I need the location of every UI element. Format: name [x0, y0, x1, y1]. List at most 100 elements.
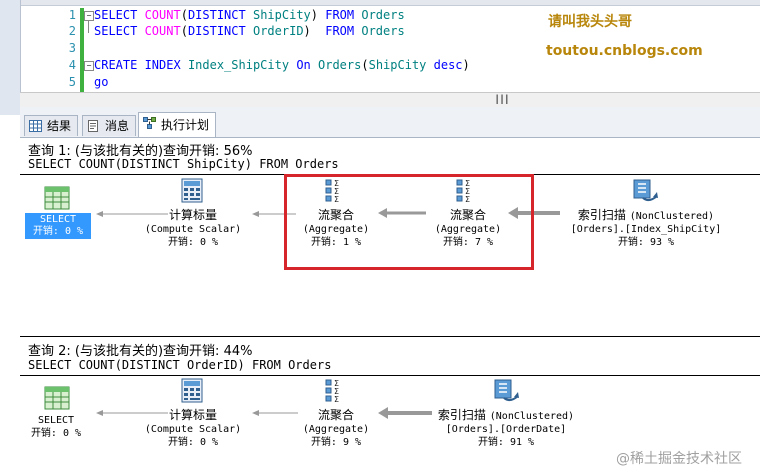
- tab-results[interactable]: 结果: [24, 115, 79, 136]
- code-token: (: [361, 58, 369, 72]
- node-name: 计算标量: [168, 408, 217, 422]
- code-token: (: [180, 24, 188, 38]
- code-token: DISTINCT: [187, 24, 253, 38]
- node-subtitle: [Orders].[Index_ShipCity]: [570, 224, 722, 235]
- node-subtitle: (Compute Scalar): [144, 224, 242, 235]
- highlight-box: [284, 174, 534, 270]
- code-token: ): [303, 24, 326, 38]
- code-token: FROM: [325, 24, 362, 38]
- node-cost: 开销: 0 %: [32, 226, 84, 237]
- node-cost: 开销: 9 %: [310, 437, 362, 448]
- node-name-text: 索引扫描: [577, 208, 626, 222]
- fold-guide: [88, 21, 89, 33]
- tab-execution-plan[interactable]: 执行计划: [138, 112, 217, 137]
- node-name: SELECT: [37, 415, 75, 426]
- node-name: 计算标量: [168, 208, 217, 222]
- code-token: COUNT: [144, 8, 181, 22]
- line-number: 3: [68, 41, 76, 55]
- node-cost: 开销: 91 %: [477, 437, 535, 448]
- code-token: OrderID: [252, 24, 304, 38]
- compute-scalar-node[interactable]: 计算标量 (Compute Scalar) 开销: 0 %: [128, 406, 258, 449]
- execution-plan-icon: [143, 117, 156, 129]
- collapse-icon[interactable]: −: [84, 11, 94, 21]
- query-2-header: 查询 2: (与该批有关的)查询开销: 44%: [28, 344, 253, 359]
- code-token: ): [310, 8, 326, 22]
- code-token: ): [462, 58, 470, 72]
- code-token: (: [180, 8, 188, 22]
- results-tab-bar: 结果 消息 执行计划: [20, 107, 760, 138]
- node-cost: 开销: 0 %: [30, 428, 82, 439]
- code-token: desc: [433, 58, 463, 72]
- code-token: ShipCity: [368, 58, 434, 72]
- code-token: FROM: [325, 8, 362, 22]
- code-token: ShipCity: [252, 8, 311, 22]
- divider: [20, 336, 760, 337]
- stream-aggregate-node[interactable]: 流聚合 (Aggregate) 开销: 9 %: [286, 406, 386, 449]
- compute-scalar-node[interactable]: 计算标量 (Compute Scalar) 开销: 0 %: [128, 206, 258, 249]
- svg-text:Σ: Σ: [334, 395, 339, 404]
- node-subtitle: (Aggregate): [302, 424, 370, 435]
- line-number: 5: [68, 75, 76, 89]
- grid-icon: [29, 120, 42, 132]
- code-token: CREATE: [94, 58, 145, 72]
- node-name: 索引扫描 (NonClustered): [556, 206, 736, 223]
- node-name-text: 索引扫描: [437, 408, 486, 422]
- footer-watermark: @稀土掘金技术社区: [616, 451, 742, 467]
- node-name: SELECT: [39, 214, 77, 225]
- sql-editor[interactable]: 1 2 3 4 5 − − SELECT COUNT(DISTINCT Ship…: [0, 0, 760, 92]
- watermark-site: toutou.cnblogs.com: [546, 43, 703, 59]
- node-cost: 开销: 0 %: [167, 237, 219, 248]
- node-subtitle: (Compute Scalar): [144, 424, 242, 435]
- scroll-grip-icon[interactable]: ┃┃┃: [488, 96, 516, 104]
- code-token: COUNT: [144, 24, 181, 38]
- node-type: (NonClustered): [489, 411, 575, 422]
- select-result-icon[interactable]: [44, 186, 70, 210]
- editor-top-strip: [20, 0, 760, 6]
- code-token: SELECT: [94, 8, 145, 22]
- code-line-2[interactable]: SELECT COUNT(DISTINCT OrderID) FROM Orde…: [94, 23, 405, 39]
- index-scan-node[interactable]: 索引扫描 (NonClustered) [Orders].[Index_Ship…: [556, 206, 736, 249]
- code-token: go: [94, 75, 109, 89]
- node-cost: 开销: 93 %: [617, 237, 675, 248]
- code-line-1[interactable]: SELECT COUNT(DISTINCT ShipCity) FROM Ord…: [94, 7, 405, 23]
- select-result-icon[interactable]: [44, 386, 70, 410]
- code-line-5[interactable]: go: [94, 74, 108, 90]
- code-token: Orders: [318, 58, 362, 72]
- line-number: 1: [68, 8, 76, 22]
- code-token: Orders: [361, 8, 405, 22]
- node-cost: 开销: 0 %: [167, 437, 219, 448]
- code-token: Orders: [361, 24, 405, 38]
- tab-label: 消息: [105, 119, 130, 133]
- node-name: 流聚合: [317, 408, 354, 422]
- messages-icon: [88, 120, 98, 132]
- compute-scalar-icon[interactable]: [180, 178, 206, 204]
- query-2-sql: SELECT COUNT(DISTINCT OrderID) FROM Orde…: [28, 358, 332, 372]
- collapse-icon[interactable]: −: [84, 61, 94, 71]
- node-subtitle: [Orders].[OrderDate]: [445, 424, 567, 435]
- code-token: DISTINCT: [187, 8, 253, 22]
- tab-label: 结果: [47, 119, 72, 133]
- tab-messages[interactable]: 消息: [82, 115, 137, 136]
- node-name: 索引扫描 (NonClustered): [424, 406, 588, 423]
- code-token: Index_ShipCity: [187, 58, 297, 72]
- line-number: 2: [68, 24, 76, 38]
- divider: [20, 375, 760, 376]
- select-node-selected[interactable]: SELECT 开销: 0 %: [25, 213, 91, 239]
- code-token: SELECT: [94, 24, 145, 38]
- select-node[interactable]: SELECT 开销: 0 %: [22, 414, 90, 440]
- code-token: INDEX: [144, 58, 188, 72]
- tab-label: 执行计划: [161, 118, 210, 132]
- horizontal-scrollbar[interactable]: ┃┃┃: [20, 92, 760, 108]
- query-1-sql: SELECT COUNT(DISTINCT ShipCity) FROM Ord…: [28, 157, 339, 171]
- node-type: (NonClustered): [629, 211, 715, 222]
- line-number: 4: [68, 58, 76, 72]
- index-scan-icon[interactable]: [492, 378, 520, 404]
- code-token: On: [296, 58, 318, 72]
- watermark-author: 请叫我头头哥: [548, 14, 632, 30]
- left-gutter-bar: [0, 0, 21, 115]
- index-scan-icon[interactable]: [631, 178, 659, 204]
- compute-scalar-icon[interactable]: [180, 378, 206, 404]
- code-line-4[interactable]: CREATE INDEX Index_ShipCity On Orders(Sh…: [94, 57, 470, 73]
- stream-aggregate-icon[interactable]: Σ Σ Σ: [325, 378, 351, 404]
- index-scan-node[interactable]: 索引扫描 (NonClustered) [Orders].[OrderDate]…: [424, 406, 588, 449]
